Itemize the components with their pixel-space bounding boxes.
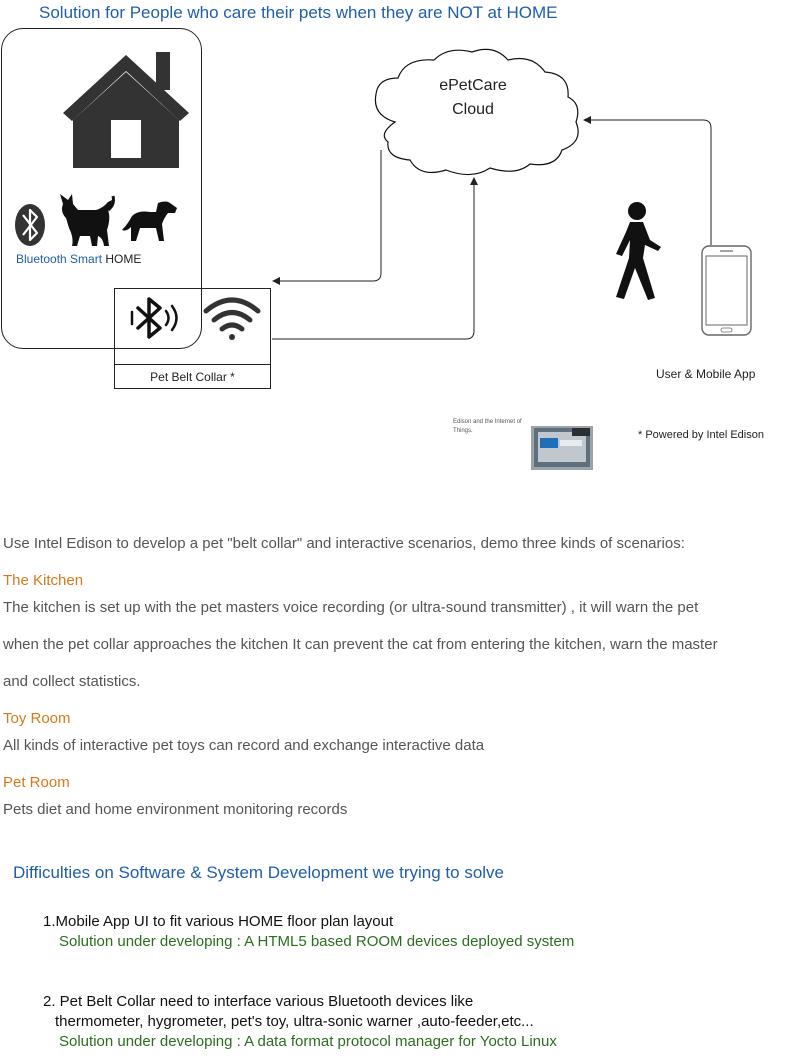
- cat-icon: [60, 194, 115, 246]
- edison-caption: Edison and the Internet of Things.: [453, 419, 522, 434]
- intro-text: Use Intel Edison to develop a pet "belt …: [3, 535, 685, 552]
- cloud-label-line2: Cloud: [452, 101, 494, 118]
- dog-icon: [122, 201, 177, 241]
- diagram-graphics: [15, 48, 752, 470]
- bluetooth-icon: [15, 204, 45, 246]
- cloud-label: ePetCare Cloud: [408, 74, 538, 122]
- scenario-kitchen-line2: when the pet collar approaches the kitch…: [3, 636, 718, 653]
- difficulty-item-1-line1: 1.Mobile App UI to fit various HOME floo…: [43, 913, 394, 930]
- scenario-heading-kitchen: The Kitchen: [3, 572, 84, 589]
- cloud-label-line1: ePetCare: [439, 77, 507, 94]
- scenario-kitchen-line3: and collect statistics.: [3, 673, 141, 690]
- user-mobile-label: User & Mobile App: [656, 367, 756, 381]
- smartphone-icon: [701, 245, 752, 336]
- difficulty-item-2-line2: thermometer, hygrometer, pet's toy, ultr…: [55, 1013, 534, 1030]
- wifi-icon: [203, 297, 261, 340]
- house-icon: [63, 52, 189, 168]
- difficulty-item-2-line1: 2. Pet Belt Collar need to interface var…: [43, 993, 474, 1010]
- intel-edison-chip-icon: [531, 426, 593, 470]
- difficulty-item-1-solution: Solution under developing : A HTML5 base…: [59, 933, 575, 950]
- difficulty-item-2-solution: Solution under developing : A data forma…: [59, 1033, 557, 1050]
- bluetooth-smart-label: Bluetooth Smart: [16, 252, 103, 266]
- scenario-kitchen-line1: The kitchen is set up with the pet maste…: [3, 599, 699, 616]
- home-label: HOME: [105, 252, 142, 266]
- scenario-pet-room-line1: Pets diet and home environment monitorin…: [3, 801, 348, 818]
- bluetooth-signal-icon: [130, 297, 178, 339]
- scenario-heading-pet-room: Pet Room: [3, 774, 70, 791]
- powered-by-label: * Powered by Intel Edison: [638, 429, 764, 441]
- difficulties-title: Difficulties on Software & System Develo…: [13, 863, 505, 882]
- walking-person-icon: [616, 202, 661, 300]
- scenario-heading-toy-room: Toy Room: [3, 710, 71, 727]
- bluetooth-smart-home-label: Bluetooth Smart HOME: [16, 252, 141, 266]
- scenario-toy-room-line1: All kinds of interactive pet toys can re…: [3, 737, 485, 754]
